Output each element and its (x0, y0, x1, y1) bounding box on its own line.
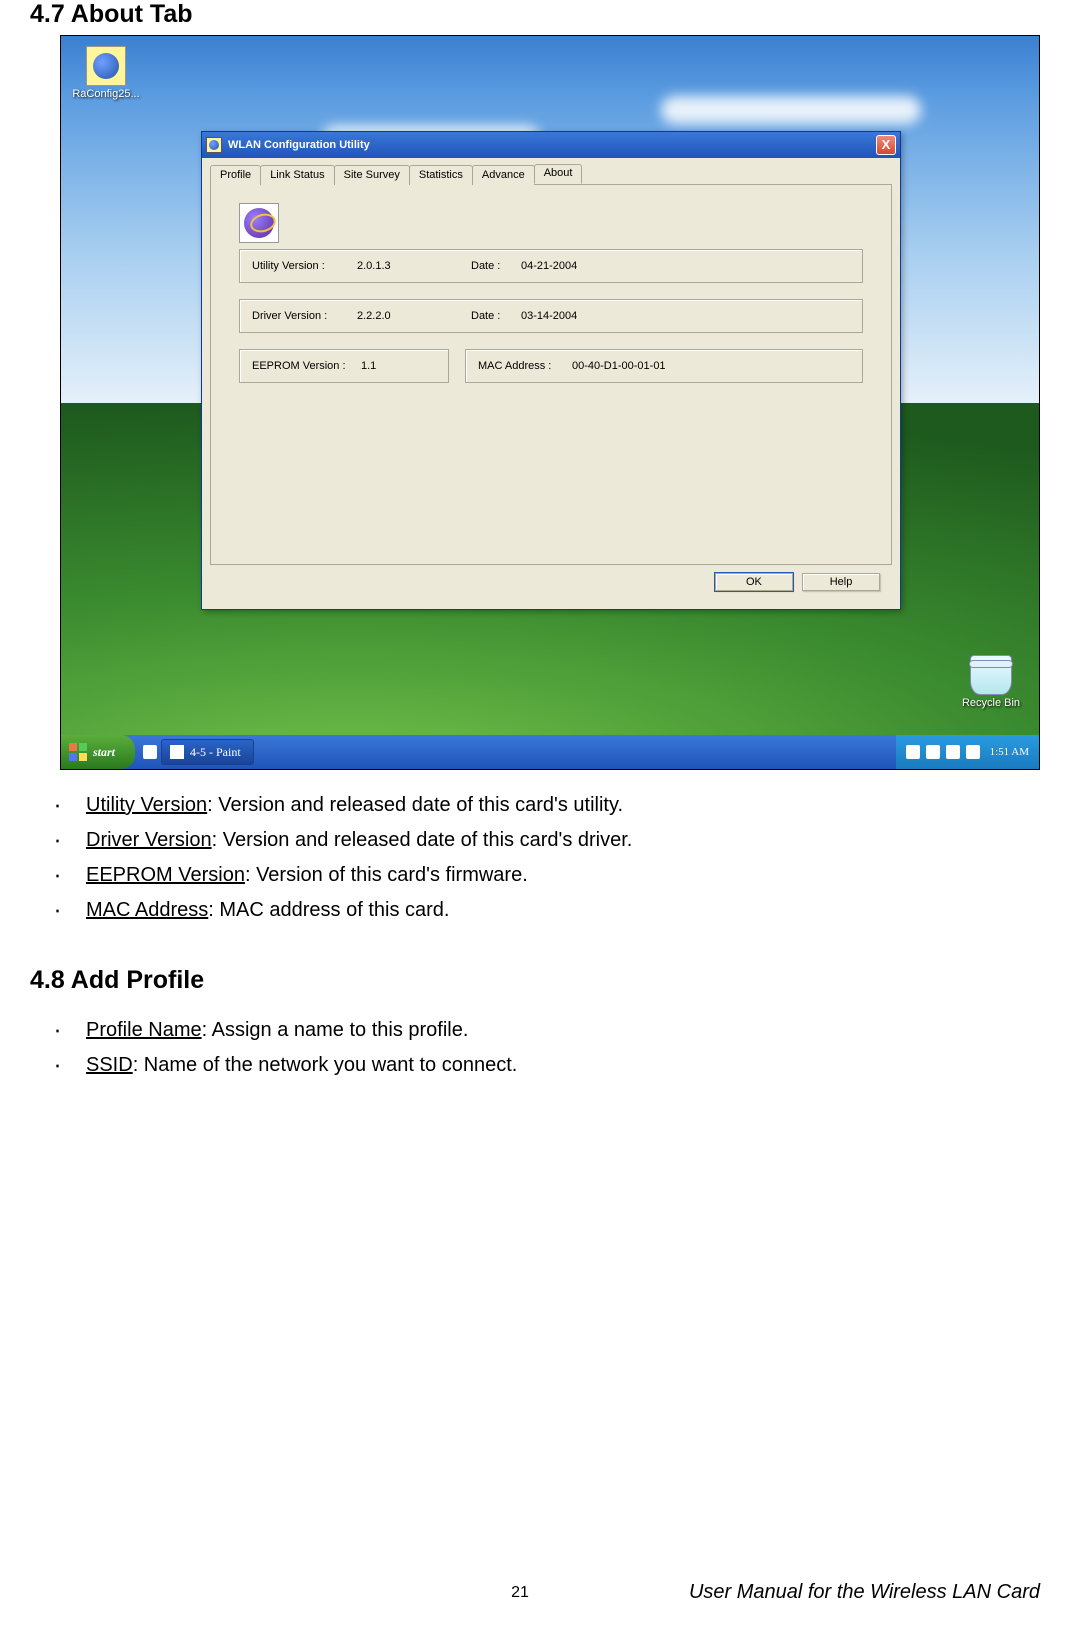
tray-icon-1[interactable] (906, 745, 920, 759)
tab-about[interactable]: About (534, 164, 583, 184)
taskbar-clock: 1:51 AM (990, 746, 1029, 758)
tray-icon-3[interactable] (946, 745, 960, 759)
desc: : Version and released date of this card… (212, 829, 633, 851)
driver-version-label: Driver Version : (252, 310, 347, 322)
mac-address-label: MAC Address : (478, 360, 558, 372)
recycle-bin-label: Recycle Bin (961, 697, 1021, 709)
desc: : MAC address of this card. (208, 899, 449, 921)
start-button[interactable]: start (61, 735, 135, 769)
list-item: SSID: Name of the network you want to co… (80, 1050, 1040, 1081)
driver-date-value: 03-14-2004 (521, 310, 581, 322)
utility-version-value: 2.0.1.3 (357, 260, 417, 272)
heading-add-profile: 4.8 Add Profile (30, 966, 1040, 995)
screenshot-desktop: RaConfig25... Recycle Bin WLAN Configura… (60, 35, 1040, 770)
utility-date-value: 04-21-2004 (521, 260, 581, 272)
desc: : Assign a name to this profile. (202, 1019, 469, 1041)
page-number: 21 (511, 1584, 529, 1602)
taskbar-item-label: 4-5 - Paint (190, 745, 241, 760)
ok-button[interactable]: OK (715, 573, 793, 591)
titlebar[interactable]: WLAN Configuration Utility X (202, 132, 900, 158)
term: EEPROM Version (86, 864, 245, 886)
list-item: Utility Version: Version and released da… (80, 790, 1040, 821)
start-button-label: start (93, 745, 115, 760)
tab-advance[interactable]: Advance (472, 165, 535, 185)
tab-strip: Profile Link Status Site Survey Statisti… (210, 164, 892, 185)
driver-version-value: 2.2.2.0 (357, 310, 417, 322)
app-icon (206, 137, 222, 153)
quicklaunch-icon[interactable] (143, 745, 157, 759)
page-footer: 21 User Manual for the Wireless LAN Card (0, 1581, 1040, 1604)
term: MAC Address (86, 899, 208, 921)
raconfig-icon (86, 46, 126, 86)
wlan-config-window: WLAN Configuration Utility X Profile Lin… (201, 131, 901, 610)
driver-version-group: Driver Version : 2.2.2.0 Date : 03-14-20… (239, 299, 863, 333)
desktop-shortcut-raconfig[interactable]: RaConfig25... (71, 46, 141, 100)
list-item: EEPROM Version: Version of this card's f… (80, 860, 1040, 891)
desc: : Name of the network you want to connec… (133, 1054, 518, 1076)
tray-icon-2[interactable] (926, 745, 940, 759)
mac-address-group: MAC Address : 00-40-D1-00-01-01 (465, 349, 863, 383)
term: Driver Version (86, 829, 212, 851)
desktop-shortcut-label: RaConfig25... (71, 88, 141, 100)
help-button[interactable]: Help (802, 573, 880, 591)
desc: : Version and released date of this card… (207, 794, 623, 816)
dialog-button-bar: OK Help (210, 565, 892, 601)
taskbar-item-paint[interactable]: 4-5 - Paint (161, 739, 254, 765)
about-tab-bullets: Utility Version: Version and released da… (40, 790, 1040, 926)
close-button[interactable]: X (876, 135, 896, 155)
eeprom-version-label: EEPROM Version : (252, 360, 347, 372)
term: Profile Name (86, 1019, 202, 1041)
heading-about-tab: 4.7 About Tab (30, 0, 1040, 29)
about-tab-panel: Utility Version : 2.0.1.3 Date : 04-21-2… (210, 185, 892, 565)
system-tray: 1:51 AM (896, 735, 1039, 769)
footer-title: User Manual for the Wireless LAN Card (689, 1581, 1040, 1604)
window-title: WLAN Configuration Utility (228, 139, 876, 151)
list-item: Driver Version: Version and released dat… (80, 825, 1040, 856)
utility-version-group: Utility Version : 2.0.1.3 Date : 04-21-2… (239, 249, 863, 283)
driver-date-label: Date : (471, 310, 511, 322)
term: SSID (86, 1054, 133, 1076)
tab-link-status[interactable]: Link Status (260, 165, 334, 185)
paint-icon (170, 745, 184, 759)
tab-profile[interactable]: Profile (210, 165, 261, 185)
recycle-bin-icon (970, 655, 1012, 695)
mac-address-value: 00-40-D1-00-01-01 (572, 360, 682, 372)
list-item: Profile Name: Assign a name to this prof… (80, 1015, 1040, 1046)
term: Utility Version (86, 794, 207, 816)
eeprom-version-group: EEPROM Version : 1.1 (239, 349, 449, 383)
add-profile-bullets: Profile Name: Assign a name to this prof… (40, 1015, 1040, 1081)
utility-date-label: Date : (471, 260, 511, 272)
eeprom-version-value: 1.1 (361, 360, 381, 372)
tab-statistics[interactable]: Statistics (409, 165, 473, 185)
list-item: MAC Address: MAC address of this card. (80, 895, 1040, 926)
about-logo-icon (239, 203, 279, 243)
windows-logo-icon (69, 743, 87, 761)
recycle-bin[interactable]: Recycle Bin (961, 655, 1021, 709)
tray-icon-4[interactable] (966, 745, 980, 759)
tab-site-survey[interactable]: Site Survey (334, 165, 410, 185)
utility-version-label: Utility Version : (252, 260, 347, 272)
desc: : Version of this card's firmware. (245, 864, 528, 886)
taskbar: start 4-5 - Paint 1:51 AM (61, 735, 1039, 769)
